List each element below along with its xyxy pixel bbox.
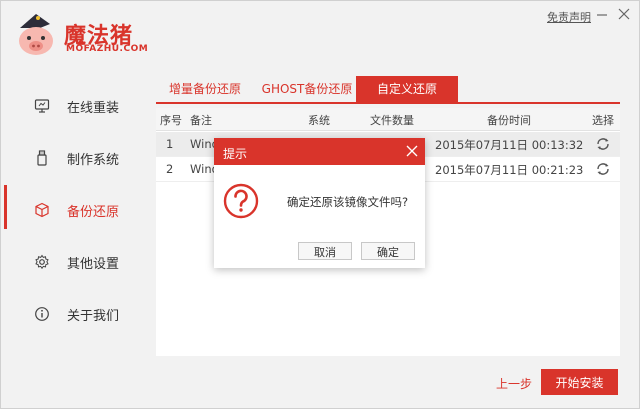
sidebar-item-about-us[interactable]: 关于我们 xyxy=(0,288,140,340)
info-icon xyxy=(35,307,49,321)
tab-custom-restore[interactable]: 自定义还原 xyxy=(356,76,458,102)
monitor-icon xyxy=(34,99,50,113)
sidebar-item-make-system[interactable]: 制作系统 xyxy=(0,132,140,184)
refresh-icon[interactable] xyxy=(595,161,611,177)
previous-step-button[interactable]: 上一步 xyxy=(496,375,532,392)
dialog-ok-button[interactable]: 确定 xyxy=(361,242,415,260)
usb-drive-icon xyxy=(37,150,47,166)
question-icon xyxy=(223,183,259,219)
dialog-close-icon[interactable] xyxy=(405,144,419,158)
dialog-cancel-button[interactable]: 取消 xyxy=(298,242,352,260)
sidebar-item-label: 其他设置 xyxy=(67,257,120,272)
row-index: 1 xyxy=(166,137,174,151)
row-backup-time: 2015年07月11日 00:13:32 xyxy=(435,138,584,152)
disclaimer-link[interactable]: 免责声明 xyxy=(547,9,591,25)
dialog-title: 提示 xyxy=(223,147,248,161)
row-backup-time: 2015年07月11日 00:21:23 xyxy=(435,163,584,177)
confirm-dialog: 提示 确定还原该镜像文件吗? 取消 确定 xyxy=(214,138,425,268)
gear-icon xyxy=(35,254,49,270)
table-header: 序号 备注 系统 文件数量 备份时间 选择 xyxy=(156,108,620,131)
sidebar: 在线重装 制作系统 备份还原 其他设置 关于我们 xyxy=(0,80,140,340)
column-header-select: 选择 xyxy=(592,114,614,127)
refresh-icon[interactable] xyxy=(595,136,611,152)
dialog-message: 确定还原该镜像文件吗? xyxy=(287,195,409,209)
column-header-file-count: 文件数量 xyxy=(370,114,414,127)
sidebar-item-label: 关于我们 xyxy=(67,309,120,324)
sidebar-item-label: 制作系统 xyxy=(67,153,120,168)
app-window: 魔法猪 MOFAZHU.COM 免责声明 在线重装 制作系统 备份还原 其他设置… xyxy=(0,0,640,409)
sidebar-item-label: 在线重装 xyxy=(67,101,120,116)
dialog-header: 提示 xyxy=(214,138,425,165)
tab-incremental-backup[interactable]: 增量备份还原 xyxy=(156,76,254,102)
minimize-icon[interactable] xyxy=(594,6,610,22)
pig-mascot-icon xyxy=(19,14,53,55)
logo-english-text: MOFAZHU.COM xyxy=(66,44,149,54)
tab-ghost-backup[interactable]: GHOST备份还原 xyxy=(258,76,356,102)
row-index: 2 xyxy=(166,162,174,176)
backup-cube-icon xyxy=(35,202,49,218)
app-logo: 魔法猪 MOFAZHU.COM xyxy=(14,14,148,55)
sidebar-item-backup-restore[interactable]: 备份还原 xyxy=(0,184,140,236)
column-header-index: 序号 xyxy=(160,114,182,127)
start-install-button[interactable]: 开始安装 xyxy=(541,369,618,395)
sidebar-item-label: 备份还原 xyxy=(67,205,120,220)
sidebar-item-online-reinstall[interactable]: 在线重装 xyxy=(0,80,140,132)
column-header-backup-time: 备份时间 xyxy=(487,114,531,127)
tab-bar: 增量备份还原 GHOST备份还原 自定义还原 xyxy=(156,76,620,104)
column-header-system: 系统 xyxy=(308,114,330,127)
column-header-note: 备注 xyxy=(190,114,212,127)
close-icon[interactable] xyxy=(616,6,632,22)
sidebar-item-other-settings[interactable]: 其他设置 xyxy=(0,236,140,288)
